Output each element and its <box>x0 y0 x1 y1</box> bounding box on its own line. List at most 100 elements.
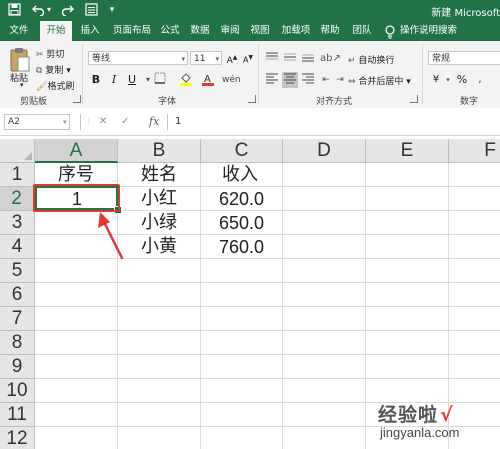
redo-icon[interactable] <box>60 3 74 17</box>
row-header-6[interactable]: 6 <box>0 283 35 307</box>
form-icon[interactable] <box>84 3 98 17</box>
undo-icon[interactable] <box>31 3 45 17</box>
comma-style-icon[interactable]: , <box>472 72 488 88</box>
watermark: 经验啦 √ jingyanla.com <box>378 400 498 446</box>
tab-home[interactable]: 开始 <box>40 21 72 41</box>
insert-function-button[interactable]: fx <box>149 114 159 130</box>
cell-c3[interactable]: 650.0 <box>219 211 264 235</box>
row-header-1[interactable]: 1 <box>0 163 35 187</box>
paste-icon[interactable] <box>9 47 31 73</box>
column-header-e[interactable]: E <box>366 139 449 163</box>
number-format-combo[interactable]: 常规 <box>428 51 500 65</box>
customize-icon[interactable]: ▾ <box>105 3 119 17</box>
fill-color-icon[interactable] <box>178 72 194 88</box>
tell-me-search[interactable]: 操作说明搜索 <box>400 21 462 41</box>
column-header-a[interactable]: A <box>35 139 118 163</box>
cell-b2[interactable]: 小红 <box>141 187 177 211</box>
name-box[interactable]: A2 <box>4 114 70 130</box>
tab-team[interactable]: 团队 <box>348 21 376 41</box>
align-middle-icon[interactable] <box>282 51 298 67</box>
select-all-button[interactable] <box>0 139 35 163</box>
font-color-icon[interactable]: A <box>200 72 216 88</box>
cell-b3[interactable]: 小绿 <box>141 211 177 235</box>
row-header-5[interactable]: 5 <box>0 259 35 283</box>
tab-file[interactable]: 文件 <box>4 21 34 41</box>
chevron-down-icon[interactable]: ▾ <box>20 81 24 89</box>
row-header-7[interactable]: 7 <box>0 307 35 331</box>
column-header-c[interactable]: C <box>201 139 283 163</box>
underline-button[interactable]: U <box>124 72 140 88</box>
increase-indent-icon[interactable]: ⇥ <box>332 72 348 88</box>
tab-view[interactable]: 视图 <box>246 21 274 41</box>
tab-help[interactable]: 帮助 <box>316 21 344 41</box>
phonetic-icon[interactable]: wén <box>222 72 241 88</box>
grid-line <box>35 354 500 355</box>
chevron-down-icon[interactable]: ▾ <box>181 52 185 66</box>
row-header-11[interactable]: 11 <box>0 403 35 427</box>
enter-icon[interactable]: ✓ <box>121 114 129 130</box>
save-icon[interactable] <box>7 3 21 17</box>
cut-label: 剪切 <box>46 50 65 60</box>
watermark-text: 经验啦 √ <box>378 404 454 426</box>
chevron-down-icon[interactable]: ▾ <box>215 52 219 66</box>
align-bottom-icon[interactable] <box>300 51 316 67</box>
scissors-icon: ✂ <box>36 50 44 60</box>
merge-center-button[interactable]: ⇔ 合并后居中 ▾ <box>348 74 411 87</box>
borders-icon[interactable] <box>152 72 168 88</box>
font-launcher[interactable] <box>248 95 256 103</box>
row-header-8[interactable]: 8 <box>0 331 35 355</box>
italic-button[interactable]: I <box>106 72 122 88</box>
cell-c2[interactable]: 620.0 <box>219 187 264 211</box>
formula-input[interactable]: 1 <box>175 114 181 130</box>
format-painter-button[interactable]: 🖌格式刷 <box>36 79 74 92</box>
row-header-4[interactable]: 4 <box>0 235 35 259</box>
orientation-icon[interactable]: ab↗ <box>320 51 341 67</box>
tab-page-layout[interactable]: 页面布局 <box>108 21 156 41</box>
row-header-12[interactable]: 12 <box>0 427 35 449</box>
tab-data[interactable]: 数据 <box>186 21 214 41</box>
cell-c4[interactable]: 760.0 <box>219 235 264 259</box>
chevron-down-icon[interactable]: ▾ <box>63 114 67 130</box>
decrease-font-icon[interactable]: A▼ <box>240 50 256 66</box>
alignment-launcher[interactable] <box>410 95 418 103</box>
clipboard-group-label: 剪贴板 <box>20 97 48 107</box>
row-header-10[interactable]: 10 <box>0 379 35 403</box>
cut-button[interactable]: ✂ 剪切 <box>36 47 64 60</box>
chevron-down-icon[interactable]: ▾ <box>45 3 53 17</box>
row-header-9[interactable]: 9 <box>0 355 35 379</box>
align-right-icon[interactable] <box>300 72 316 88</box>
wrap-text-label: 自动换行 <box>358 56 395 66</box>
font-name-combo[interactable]: 等线 ▾ <box>88 51 188 65</box>
grid-line <box>282 163 283 449</box>
row-header-2[interactable]: 2 <box>0 187 35 211</box>
copy-button[interactable]: ⧉ 复制 ▾ <box>36 63 71 76</box>
row-header-3[interactable]: 3 <box>0 211 35 235</box>
cell-c1[interactable]: 收入 <box>222 163 258 187</box>
tab-review[interactable]: 审阅 <box>216 21 244 41</box>
column-header-d[interactable]: D <box>283 139 366 163</box>
font-size-combo[interactable]: 11 ▾ <box>190 51 222 65</box>
divider <box>80 114 81 130</box>
name-box-value: A2 <box>8 117 20 127</box>
tab-formulas[interactable]: 公式 <box>156 21 184 41</box>
clipboard-launcher[interactable] <box>73 95 81 103</box>
column-header-b[interactable]: B <box>118 139 201 163</box>
column-header-f[interactable]: F <box>449 139 500 163</box>
divider <box>258 45 259 105</box>
align-center-icon[interactable] <box>282 72 298 88</box>
paste-button[interactable]: 粘贴 <box>10 71 28 84</box>
tab-insert[interactable]: 插入 <box>76 21 104 41</box>
cancel-icon[interactable]: ✕ <box>99 114 107 130</box>
percent-button[interactable]: % <box>454 72 470 88</box>
align-top-icon[interactable] <box>264 51 280 67</box>
alignment-group-label: 对齐方式 <box>316 97 353 107</box>
lightbulb-icon <box>384 24 396 39</box>
align-left-icon[interactable] <box>264 72 280 88</box>
cell-b1[interactable]: 姓名 <box>141 163 177 187</box>
wrap-text-button[interactable]: ↵ 自动换行 <box>348 53 394 66</box>
increase-font-icon[interactable]: A▲ <box>224 50 240 66</box>
tab-addins[interactable]: 加载项 <box>278 21 314 41</box>
bold-button[interactable]: B <box>88 72 104 88</box>
cell-b4[interactable]: 小黄 <box>141 235 177 259</box>
wrap-icon: ↵ <box>348 56 356 66</box>
